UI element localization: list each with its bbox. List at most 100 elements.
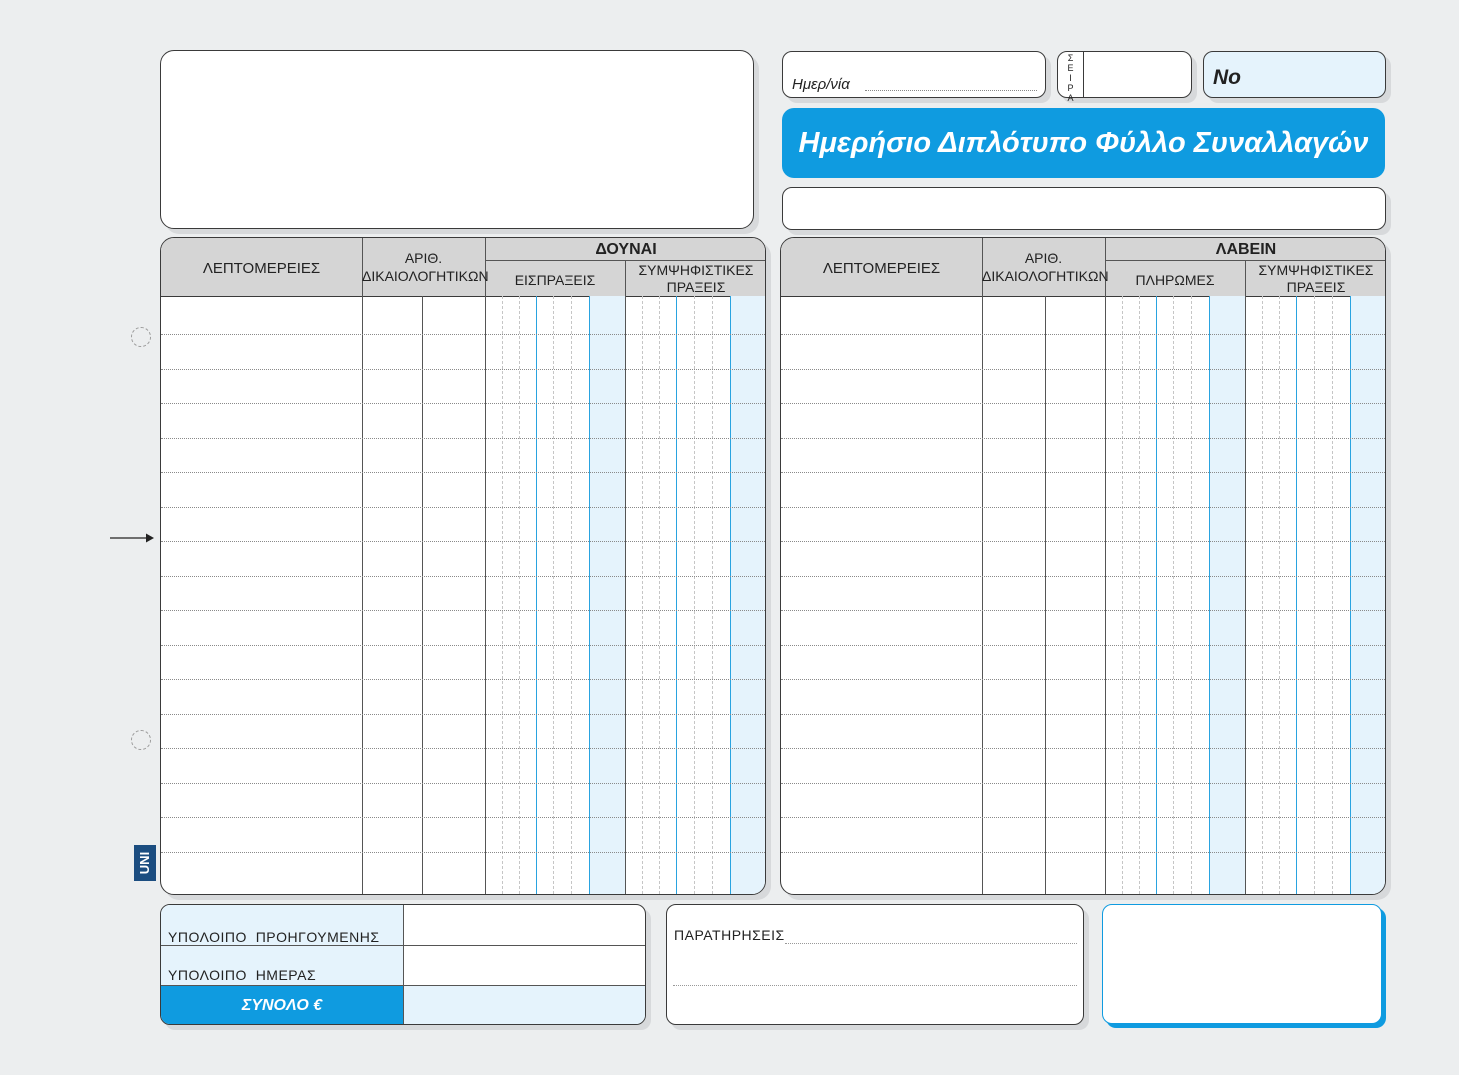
debit-row-line xyxy=(161,748,765,749)
credit-digit-line xyxy=(1314,296,1315,894)
credit-col2-shade xyxy=(1350,296,1385,894)
debit-row-line xyxy=(161,541,765,542)
debit-digit-line xyxy=(502,296,503,894)
debit-col-divider xyxy=(362,238,363,894)
credit-digit-line xyxy=(1262,296,1263,894)
remarks-box[interactable]: ΠΑΡΑΤΗΡΗΣΕΙΣ xyxy=(666,904,1084,1025)
debit-digit-line xyxy=(553,296,554,894)
credit-docno-header-line2: ΔΙΚΑΙΟΛΟΓΗΤΙΚΩΝ xyxy=(982,268,1109,284)
binding-hole-bottom xyxy=(131,730,151,750)
prev-balance-label: ΥΠΟΛΟΙΠΟ ΠΡΟΗΓΟΥΜΕΝΗΣ xyxy=(168,929,380,945)
debit-receipts-header: ΕΙΣΠΡΑΞΕΙΣ xyxy=(514,272,596,288)
number-label: No xyxy=(1213,66,1241,89)
credit-offset-header-line2: ΠΡΑΞΕΙΣ xyxy=(1286,279,1346,295)
credit-digit-line xyxy=(1191,296,1192,894)
total-label: ΣΥΝΟΛΟ € xyxy=(241,997,323,1014)
prev-balance-value[interactable] xyxy=(404,905,645,945)
credit-row-line xyxy=(781,783,1385,784)
date-dotted-line xyxy=(865,90,1037,91)
series-label: ΣΕΙΡΑ xyxy=(1067,53,1074,103)
debit-digit-line-blue xyxy=(589,296,590,894)
issuer-box[interactable] xyxy=(160,50,754,229)
debit-digit-line-blue xyxy=(536,296,537,894)
credit-row-line xyxy=(781,852,1385,853)
debit-table: ΛΕΠΤΟΜΕΡΕΙΕΣ ΑΡΙΘ. ΔΙΚΑΙΟΛΟΓΗΤΙΚΩΝ ΔΟΥΝΑ… xyxy=(160,237,766,895)
credit-digit-line xyxy=(1332,296,1333,894)
signature-box[interactable] xyxy=(1102,904,1382,1024)
credit-col1-shade xyxy=(1209,296,1245,894)
debit-digit-line xyxy=(712,296,713,894)
credit-digit-line-blue xyxy=(1296,296,1297,894)
credit-details-header: ΛΕΠΤΟΜΕΡΕΙΕΣ xyxy=(822,260,941,277)
credit-group-header: ΛΑΒΕΙΝ xyxy=(1215,241,1277,258)
day-balance-label: ΥΠΟΛΟΙΠΟ ΗΜΕΡΑΣ xyxy=(168,967,317,983)
debit-row-line xyxy=(161,852,765,853)
series-label-cell: ΣΕΙΡΑ xyxy=(1058,52,1084,103)
number-field[interactable]: No xyxy=(1203,51,1386,98)
credit-table: ΛΕΠΤΟΜΕΡΕΙΕΣ ΑΡΙΘ. ΔΙΚΑΙΟΛΟΓΗΤΙΚΩΝ ΛΑΒΕΙ… xyxy=(780,237,1386,895)
debit-col-divider xyxy=(422,296,423,894)
credit-docno-header-line1: ΑΡΙΘ. xyxy=(1024,250,1063,266)
debit-row-line xyxy=(161,576,765,577)
credit-row-line xyxy=(781,610,1385,611)
debit-col2-shade xyxy=(730,296,765,894)
credit-digit-line-blue xyxy=(1209,296,1210,894)
debit-col1-shade xyxy=(589,296,625,894)
day-balance-value[interactable] xyxy=(404,946,645,985)
credit-digit-line xyxy=(1139,296,1140,894)
credit-offset-header-line1: ΣΥΜΨΗΦΙΣΤΙΚΕΣ xyxy=(1258,262,1374,278)
debit-row-line xyxy=(161,507,765,508)
debit-digit-line xyxy=(642,296,643,894)
subtitle-field[interactable] xyxy=(782,187,1386,230)
debit-row-line xyxy=(161,783,765,784)
credit-row-line xyxy=(781,576,1385,577)
debit-docno-header-line2: ΔΙΚΑΙΟΛΟΓΗΤΙΚΩΝ xyxy=(362,268,489,284)
credit-row-line xyxy=(781,507,1385,508)
brand-logo-text: UNI xyxy=(137,851,152,875)
debit-row-line xyxy=(161,369,765,370)
credit-digit-line xyxy=(1122,296,1123,894)
credit-payments-header: ΠΛΗΡΩΜΕΣ xyxy=(1135,272,1215,288)
arrow-icon xyxy=(110,531,154,549)
debit-digit-line-blue xyxy=(676,296,677,894)
debit-digit-line xyxy=(659,296,660,894)
remarks-line xyxy=(673,985,1077,986)
credit-row-line xyxy=(781,369,1385,370)
credit-row-line xyxy=(781,438,1385,439)
credit-row-line xyxy=(781,403,1385,404)
debit-group-header: ΔΟΥΝΑΙ xyxy=(595,241,657,258)
balance-total-value-cell[interactable] xyxy=(403,985,645,1024)
debit-row-line xyxy=(161,679,765,680)
remarks-line xyxy=(785,943,1077,944)
series-field[interactable]: ΣΕΙΡΑ xyxy=(1057,51,1192,103)
binding-hole-top xyxy=(131,327,151,347)
debit-digit-line xyxy=(519,296,520,894)
credit-digit-line-blue xyxy=(1350,296,1351,894)
credit-row-line xyxy=(781,714,1385,715)
debit-row-line xyxy=(161,403,765,404)
debit-row-line xyxy=(161,438,765,439)
credit-col-divider xyxy=(1045,296,1046,894)
debit-digit-line xyxy=(571,296,572,894)
debit-offset-header-line2: ΠΡΑΞΕΙΣ xyxy=(666,279,726,295)
credit-row-line xyxy=(781,472,1385,473)
credit-digit-line xyxy=(1279,296,1280,894)
credit-digit-line xyxy=(1173,296,1174,894)
debit-col-divider xyxy=(485,238,486,894)
credit-col-divider xyxy=(982,238,983,894)
credit-row-line xyxy=(781,817,1385,818)
balance-box: ΥΠΟΛΟΙΠΟ ΠΡΟΗΓΟΥΜΕΝΗΣ ΥΠΟΛΟΙΠΟ ΗΜΕΡΑΣ ΣΥ… xyxy=(160,904,646,1025)
remarks-label: ΠΑΡΑΤΗΡΗΣΕΙΣ xyxy=(674,927,785,943)
debit-row-line xyxy=(161,472,765,473)
document-title: Ημερήσιο Διπλότυπο Φύλλο Συναλλαγών xyxy=(782,108,1385,178)
debit-row-line xyxy=(161,714,765,715)
debit-col-divider xyxy=(625,260,626,894)
date-label: Ημερ/νία xyxy=(792,76,850,93)
credit-row-line xyxy=(781,679,1385,680)
debit-digit-line-blue xyxy=(730,296,731,894)
debit-row-line xyxy=(161,817,765,818)
credit-digit-line-blue xyxy=(1156,296,1157,894)
date-field[interactable]: Ημερ/νία xyxy=(782,51,1046,98)
credit-row-line xyxy=(781,541,1385,542)
credit-row-line xyxy=(781,334,1385,335)
